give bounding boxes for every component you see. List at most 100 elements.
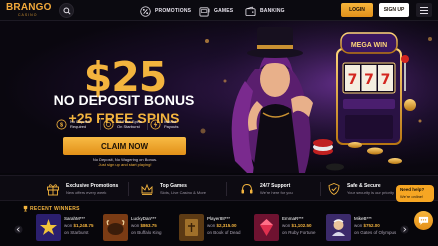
game-thumbnail bbox=[36, 214, 61, 241]
info-title: Safe & Secure bbox=[347, 182, 381, 189]
bonus-features: $ No Deposit Required 25 Free Spins On S… bbox=[56, 115, 196, 133]
shield-icon bbox=[328, 183, 340, 196]
game-thumbnail bbox=[254, 214, 279, 241]
feature-free-spins: 25 Free Spins On Starburst bbox=[103, 115, 143, 133]
winner-game: Buffalo King bbox=[137, 230, 162, 235]
nav-games-label: GAMES bbox=[214, 8, 234, 14]
winner-name: Player88*** bbox=[207, 216, 231, 221]
slot-sign-text: MEGA WIN bbox=[351, 42, 387, 49]
winner-game-line: on Book of Dead bbox=[207, 230, 241, 235]
info-bar: Exclusive Promotions New offers every we… bbox=[0, 175, 438, 201]
wallet-icon bbox=[245, 6, 256, 16]
gift-icon bbox=[47, 184, 59, 196]
divider bbox=[147, 118, 148, 130]
winner-amount-line: won $1,102.50 bbox=[282, 223, 312, 228]
chevron-left-icon[interactable] bbox=[14, 225, 23, 234]
winner-game: Ruby Fortune bbox=[288, 230, 316, 235]
site-header: BRANGO CASINO PROMOTIONS GAMES BANKING L… bbox=[0, 0, 438, 21]
recent-winners-title: RECENT WINNERS bbox=[30, 206, 80, 212]
feature-no-deposit: $ No Deposit Required bbox=[56, 115, 96, 133]
feature-text: 25 Free Spins On Starburst bbox=[117, 119, 142, 129]
nav-promotions[interactable]: PROMOTIONS bbox=[140, 5, 191, 17]
game-thumbnail bbox=[103, 214, 128, 241]
winner-game: Book of Dead bbox=[213, 230, 241, 235]
no-deposit-icon: $ bbox=[56, 119, 67, 129]
info-subtitle: We're here for you bbox=[260, 189, 293, 195]
hamburger-icon-line bbox=[420, 12, 428, 14]
reel-symbol: 7 bbox=[364, 72, 374, 88]
winner-amount: $2,315.00 bbox=[216, 223, 237, 228]
winner-card[interactable]: Player88*** won $2,315.00 on Book of Dea… bbox=[179, 214, 259, 242]
info-subtitle: Your security is our priority bbox=[347, 189, 394, 195]
help-bubble[interactable]: Need help? We're online! bbox=[396, 185, 434, 202]
winner-game-line: on Gates of Olympus bbox=[354, 230, 397, 235]
winner-game-line: on Ruby Fortune bbox=[282, 230, 316, 235]
feature-instant-payouts: Instant Payouts bbox=[150, 115, 190, 133]
signup-button[interactable]: SIGN UP bbox=[379, 3, 409, 17]
winner-name: SarahM*** bbox=[64, 216, 86, 221]
nav-games[interactable]: GAMES bbox=[199, 5, 233, 17]
nav-banking[interactable]: BANKING bbox=[245, 5, 285, 17]
logo-subtext: CASINO bbox=[18, 13, 38, 17]
headset-icon bbox=[241, 184, 253, 194]
claim-now-button[interactable]: CLAIM NOW bbox=[63, 137, 186, 155]
nav-banking-label: BANKING bbox=[260, 8, 285, 14]
crown-icon bbox=[141, 183, 153, 195]
winner-card[interactable]: MikeB*** won $752.00 on Gates of Olympus bbox=[326, 214, 406, 242]
info-title: Exclusive Promotions bbox=[66, 182, 119, 189]
info-top-games[interactable]: Top Games Slots, Live Casino & More bbox=[140, 180, 206, 198]
svg-text:$: $ bbox=[60, 122, 63, 128]
winner-game: Gates of Olympus bbox=[360, 230, 397, 235]
winner-amount-line: won $752.00 bbox=[354, 223, 380, 228]
info-subtitle: New offers every week bbox=[66, 189, 107, 195]
winner-card[interactable]: EmmaR*** won $1,102.50 on Ruby Fortune bbox=[254, 214, 334, 242]
slot-machine-graphic: MEGA WIN 7 7 7 bbox=[336, 32, 409, 145]
winner-game-line: on Starburst bbox=[64, 230, 89, 235]
divider bbox=[100, 118, 101, 130]
info-subtitle: Slots, Live Casino & More bbox=[160, 189, 207, 195]
winner-amount: $1,102.50 bbox=[291, 223, 312, 228]
winner-game-line: on Buffalo King bbox=[131, 230, 162, 235]
hamburger-icon-line bbox=[420, 6, 428, 8]
info-security[interactable]: Safe & Secure Your security is our prior… bbox=[327, 180, 394, 198]
live-chat-button[interactable] bbox=[414, 211, 433, 230]
bonus-headline: NO DEPOSIT BONUS bbox=[53, 92, 195, 108]
reel-symbol: 7 bbox=[348, 72, 358, 88]
login-button[interactable]: LOGIN bbox=[341, 3, 373, 17]
winner-amount-line: won $863.75 bbox=[131, 223, 157, 228]
logo[interactable]: BRANGO CASINO bbox=[6, 3, 51, 18]
hamburger-icon-line bbox=[420, 9, 428, 11]
free-spins-icon bbox=[103, 119, 114, 129]
winner-card[interactable]: LuckyDan*** won $863.75 on Buffalo King bbox=[103, 214, 183, 242]
info-title: 24/7 Support bbox=[260, 182, 291, 189]
menu-button[interactable] bbox=[416, 3, 432, 17]
winner-amount: $752.00 bbox=[363, 223, 380, 228]
winner-name: EmmaR*** bbox=[282, 216, 304, 221]
hero-illustration: MEGA WIN 7 7 7 bbox=[195, 21, 438, 173]
info-promotions[interactable]: Exclusive Promotions New offers every we… bbox=[46, 180, 118, 198]
divider bbox=[320, 182, 321, 196]
trophy-icon bbox=[23, 205, 28, 212]
winner-game: Starburst bbox=[70, 230, 89, 235]
game-thumbnail bbox=[326, 214, 351, 241]
divider bbox=[128, 182, 129, 196]
feature-text: No Deposit Required bbox=[70, 119, 90, 129]
feature-text: Instant Payouts bbox=[164, 119, 179, 129]
chevron-right-icon[interactable] bbox=[400, 225, 409, 234]
winner-amount: $1,248.75 bbox=[73, 223, 94, 228]
search-icon bbox=[62, 6, 71, 15]
percent-icon bbox=[140, 5, 151, 17]
winner-name: LuckyDan*** bbox=[131, 216, 157, 221]
game-thumbnail bbox=[179, 214, 204, 241]
chat-icon bbox=[418, 216, 429, 225]
bonus-amount: $25 bbox=[83, 53, 168, 101]
signup-note: Just sign up and start playing! bbox=[98, 162, 152, 167]
nav-promotions-label: PROMOTIONS bbox=[155, 8, 192, 14]
slot-machine-icon bbox=[199, 6, 210, 16]
winner-name: MikeB*** bbox=[354, 216, 372, 221]
help-title: Need help? bbox=[400, 187, 425, 192]
search-button[interactable] bbox=[59, 3, 74, 18]
info-support[interactable]: 24/7 Support We're here for you bbox=[240, 180, 293, 198]
reel-symbol: 7 bbox=[381, 72, 391, 88]
help-subtitle: We're online! bbox=[400, 194, 424, 199]
